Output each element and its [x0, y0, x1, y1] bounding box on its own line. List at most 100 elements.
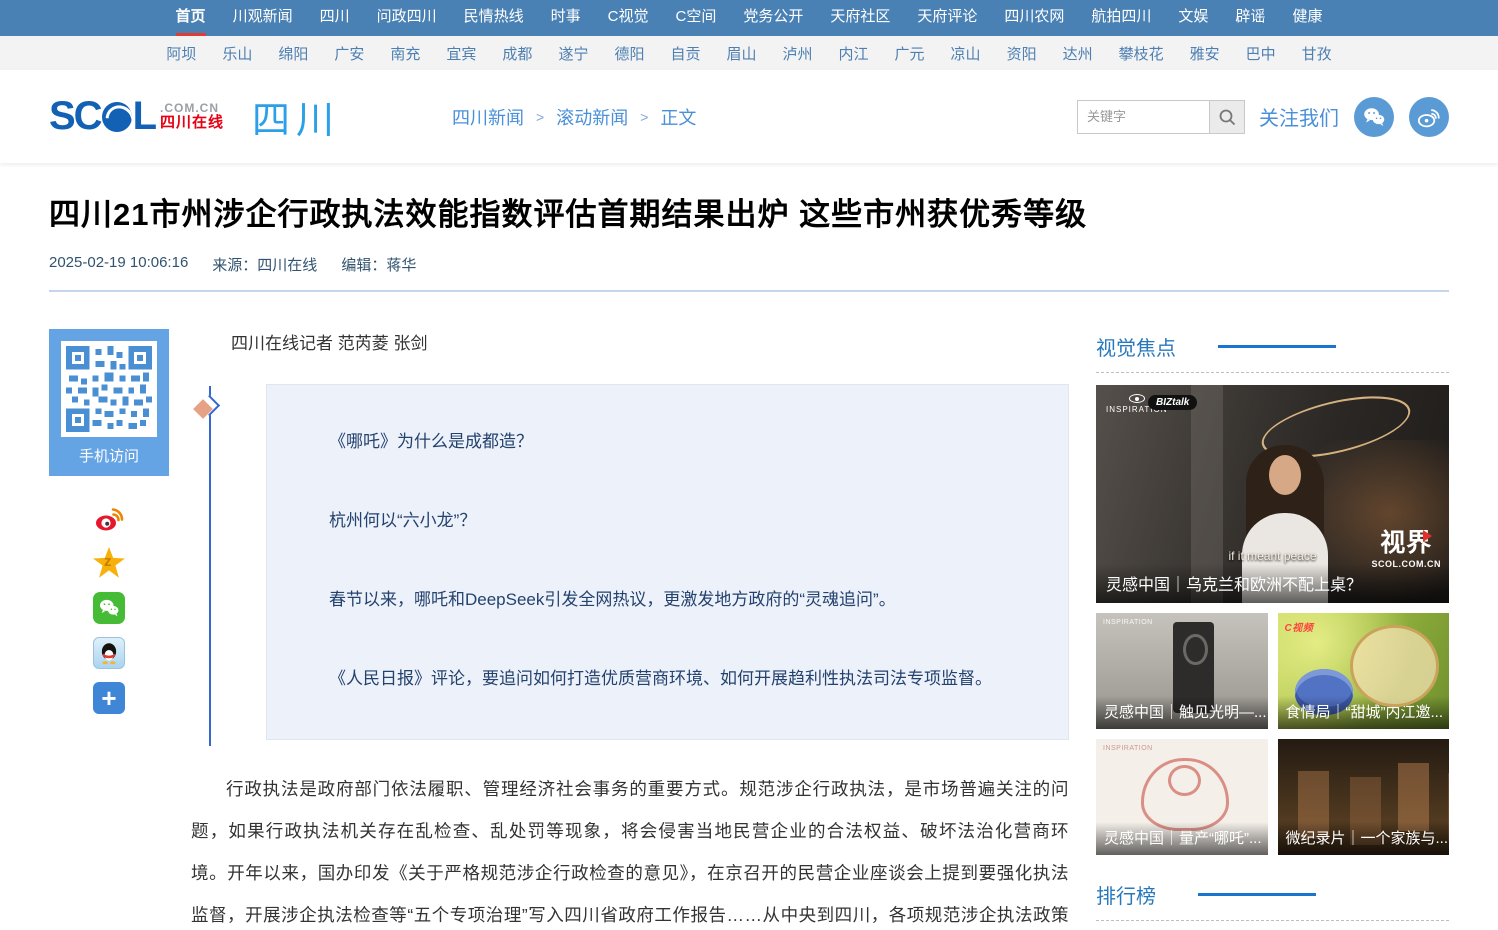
- search-icon: [1218, 108, 1236, 126]
- quote-line: 《人民日报》评论，要追问如何打造优质营商环境、如何开展趋利性执法司法专项监督。: [301, 664, 1034, 689]
- qr-box: 手机访问: [49, 329, 169, 476]
- video-card[interactable]: 微纪录片｜一个家族与...: [1278, 739, 1450, 855]
- article-source: 来源：四川在线: [212, 254, 317, 275]
- channel-title: 四川: [252, 89, 340, 144]
- share-rail: 手机访问 +: [49, 329, 169, 930]
- share-more-icon[interactable]: +: [93, 682, 125, 714]
- search-box: [1077, 100, 1245, 134]
- city-link[interactable]: 广元: [895, 43, 925, 64]
- quote-box: 《哪吒》为什么是成都造？ 杭州何以“六小龙”？ 春节以来，哪吒和DeepSeek…: [266, 384, 1069, 740]
- city-link[interactable]: 德阳: [614, 43, 644, 64]
- city-link[interactable]: 遂宁: [558, 43, 588, 64]
- main-nav: 首页 川观新闻 四川 问政四川 民情热线 时事 C视觉 C空间 党务公开 天府社…: [0, 0, 1498, 36]
- city-link[interactable]: 成都: [502, 43, 532, 64]
- breadcrumb-link[interactable]: 滚动新闻: [556, 104, 628, 130]
- section-dashed-divider: [1096, 920, 1449, 921]
- nav-item[interactable]: C空间: [675, 0, 716, 36]
- scol-logo[interactable]: SC L .COM.CN 四川在线 四川: [49, 89, 340, 144]
- nav-item[interactable]: 四川: [320, 0, 350, 36]
- section-accent-line: [1218, 345, 1336, 348]
- video-badge: INSPIRATION: [1103, 745, 1153, 752]
- city-link[interactable]: 乐山: [222, 43, 252, 64]
- article-byline: 四川在线记者 范芮菱 张剑: [191, 329, 1069, 354]
- follow-us-label[interactable]: 关注我们: [1259, 102, 1339, 131]
- video-caption: 食情局｜“甜城”内江邀...: [1278, 696, 1450, 729]
- search-input[interactable]: [1077, 100, 1209, 134]
- city-link[interactable]: 阿坝: [166, 43, 196, 64]
- quote-decoration-line: [209, 386, 211, 746]
- globe-icon: [102, 102, 132, 132]
- article-date: 2025-02-19 10:06:16: [49, 254, 188, 275]
- share-qzone-icon[interactable]: [93, 547, 125, 579]
- article-editor: 编辑：蒋华: [341, 254, 416, 275]
- nav-item[interactable]: 天府社区: [830, 0, 890, 36]
- city-link[interactable]: 眉山: [726, 43, 756, 64]
- section-accent-line: [1198, 893, 1316, 896]
- city-link[interactable]: 泸州: [783, 43, 813, 64]
- weibo-icon: [1416, 104, 1442, 130]
- nav-item[interactable]: 问政四川: [377, 0, 437, 36]
- video-card[interactable]: C视频 食情局｜“甜城”内江邀...: [1278, 613, 1450, 729]
- nav-item[interactable]: 辟谣: [1235, 0, 1265, 36]
- nav-item[interactable]: 民情热线: [464, 0, 524, 36]
- share-wechat-icon[interactable]: [93, 592, 125, 624]
- video-card[interactable]: INSPIRATION 灵感中国｜量产“哪吒”...: [1096, 739, 1268, 855]
- city-link[interactable]: 凉山: [951, 43, 981, 64]
- article-title: 四川21市州涉企行政执法效能指数评估首期结果出炉 这些市州获优秀等级: [49, 189, 1449, 234]
- wechat-icon: [1361, 104, 1387, 130]
- city-link[interactable]: 宜宾: [446, 43, 476, 64]
- video-badge: C视频: [1285, 619, 1314, 634]
- city-link[interactable]: 自贡: [670, 43, 700, 64]
- nav-item[interactable]: 航拍四川: [1091, 0, 1151, 36]
- video-card[interactable]: INSPIRATION 灵感中国｜触见光明—...: [1096, 613, 1268, 729]
- sidebar: 视觉焦点 INSPIRATION BIZtalk if it meant pea…: [1096, 332, 1449, 930]
- featured-video-card[interactable]: INSPIRATION BIZtalk if it meant peace 视界…: [1096, 385, 1449, 603]
- title-divider: [49, 290, 1449, 292]
- nav-item[interactable]: C视觉: [608, 0, 649, 36]
- logo-site-name: 四川在线: [160, 115, 224, 132]
- video-caption: 灵感中国｜乌克兰和欧洲不配上桌？: [1096, 564, 1449, 603]
- article-paragraph: 行政执法是政府部门依法履职、管理经济社会事务的重要方式。规范涉企行政执法，是市场…: [191, 768, 1069, 930]
- quote-line: 春节以来，哪吒和DeepSeek引发全网热议，更激发地方政府的“灵魂追问”。: [301, 585, 1034, 610]
- quote-line: 杭州何以“六小龙”？: [301, 506, 1034, 531]
- city-link[interactable]: 达州: [1063, 43, 1093, 64]
- article-meta: 2025-02-19 10:06:16 来源：四川在线 编辑：蒋华: [49, 254, 1449, 275]
- breadcrumb-link[interactable]: 四川新闻: [452, 104, 524, 130]
- city-link[interactable]: 绵阳: [278, 43, 308, 64]
- nav-item[interactable]: 四川农网: [1004, 0, 1064, 36]
- nav-item[interactable]: 党务公开: [743, 0, 803, 36]
- weibo-follow-button[interactable]: [1409, 97, 1449, 137]
- share-weibo-icon[interactable]: [93, 502, 125, 534]
- video-badge: INSPIRATION: [1103, 619, 1153, 626]
- nav-item[interactable]: 健康: [1292, 0, 1322, 36]
- city-link[interactable]: 内江: [839, 43, 869, 64]
- play-triangle-icon: [1423, 530, 1432, 542]
- video-caption: 灵感中国｜触见光明—...: [1096, 696, 1268, 729]
- wechat-follow-button[interactable]: [1354, 97, 1394, 137]
- city-link[interactable]: 攀枝花: [1119, 43, 1164, 64]
- city-link[interactable]: 甘孜: [1302, 43, 1332, 64]
- nav-item[interactable]: 文娱: [1178, 0, 1208, 36]
- city-link[interactable]: 广安: [334, 43, 364, 64]
- city-link[interactable]: 资阳: [1007, 43, 1037, 64]
- video-grid: INSPIRATION 灵感中国｜触见光明—... C视频 食情局｜“甜城”内江…: [1096, 613, 1449, 855]
- article-body: 四川在线记者 范芮菱 张剑 《哪吒》为什么是成都造？ 杭州何以“六小龙”？ 春节…: [191, 329, 1069, 930]
- qr-code: [66, 346, 152, 432]
- scol-logo-text: SC L: [49, 94, 155, 139]
- nav-item-home[interactable]: 首页: [176, 0, 206, 36]
- nav-item[interactable]: 天府评论: [917, 0, 977, 36]
- nav-item[interactable]: 时事: [551, 0, 581, 36]
- share-qq-icon[interactable]: [93, 637, 125, 669]
- shijie-watermark: 视界 SCOL.COM.CN: [1372, 523, 1442, 569]
- eye-icon: [1129, 394, 1145, 403]
- breadcrumb-current: 正文: [660, 104, 696, 130]
- site-header: SC L .COM.CN 四川在线 四川 四川新闻 > 滚动新闻 > 正文: [0, 70, 1498, 163]
- city-link[interactable]: 巴中: [1246, 43, 1276, 64]
- quote-line: 《哪吒》为什么是成都造？: [301, 427, 1034, 452]
- search-button[interactable]: [1209, 100, 1245, 134]
- city-link[interactable]: 南充: [390, 43, 420, 64]
- visual-focus-title: 视觉焦点: [1096, 332, 1176, 361]
- breadcrumb: 四川新闻 > 滚动新闻 > 正文: [452, 104, 696, 130]
- city-link[interactable]: 雅安: [1190, 43, 1220, 64]
- nav-item[interactable]: 川观新闻: [233, 0, 293, 36]
